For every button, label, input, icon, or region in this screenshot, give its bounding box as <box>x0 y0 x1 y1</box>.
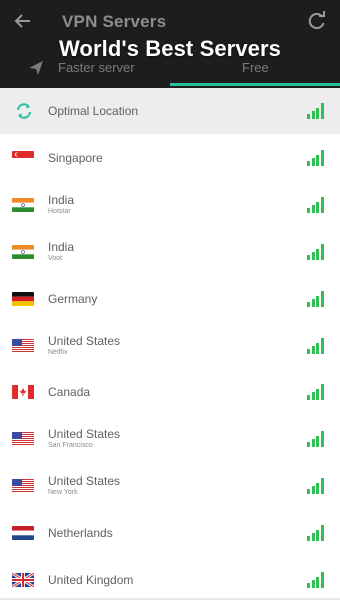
server-name: Netherlands <box>48 526 113 540</box>
usa-flag-icon <box>12 432 34 446</box>
server-name: United States <box>48 427 121 441</box>
netherlands-flag-icon <box>12 526 34 540</box>
signal-strength-icon <box>307 103 325 119</box>
server-row[interactable]: Optimal Location <box>0 88 340 134</box>
server-subtitle: Netflix <box>48 349 68 356</box>
usa-flag-icon <box>12 339 34 353</box>
server-name: Optimal Location <box>48 104 139 118</box>
send-icon <box>28 60 44 76</box>
server-row[interactable]: Germany <box>0 276 340 322</box>
singapore-flag-icon <box>12 151 34 165</box>
server-subtitle: San Francisco <box>48 442 93 449</box>
server-subtitle: New York <box>48 489 78 496</box>
signal-strength-icon <box>307 572 325 588</box>
server-row[interactable]: United States Netflix <box>0 323 340 369</box>
server-name: Canada <box>48 385 91 399</box>
refresh-icon[interactable] <box>306 10 328 32</box>
uk-flag-icon <box>12 573 34 587</box>
india-flag-icon <box>12 198 34 212</box>
tab-label: Faster server <box>58 60 135 75</box>
server-name: United States <box>48 334 121 348</box>
tab-label: Free <box>242 60 269 75</box>
server-row[interactable]: Singapore <box>0 135 340 181</box>
server-name: India <box>48 193 75 207</box>
signal-strength-icon <box>307 525 325 541</box>
tab-indicator <box>170 83 340 86</box>
server-subtitle: Voot <box>48 255 63 262</box>
india-flag-icon <box>12 245 34 259</box>
sync-icon <box>15 102 33 120</box>
server-row[interactable]: India Hotstar <box>0 182 340 228</box>
server-name: Germany <box>48 292 98 306</box>
tab-faster-server[interactable]: Faster server <box>0 58 170 88</box>
arrow-left-icon[interactable] <box>12 10 34 32</box>
signal-strength-icon <box>307 338 325 354</box>
server-row[interactable]: Netherlands <box>0 510 340 556</box>
canada-flag-icon <box>12 385 34 399</box>
server-name: India <box>48 240 75 254</box>
signal-strength-icon <box>307 384 325 400</box>
signal-strength-icon <box>307 431 325 447</box>
app-title: VPN Servers <box>62 12 167 31</box>
usa-flag-icon <box>12 479 34 493</box>
signal-strength-icon <box>307 197 325 213</box>
signal-strength-icon <box>307 291 325 307</box>
server-subtitle: Hotstar <box>48 208 71 215</box>
germany-flag-icon <box>12 292 34 306</box>
server-row[interactable]: India Voot <box>0 229 340 275</box>
signal-strength-icon <box>307 150 325 166</box>
server-row[interactable]: Canada <box>0 369 340 415</box>
server-row[interactable]: United States San Francisco <box>0 416 340 462</box>
server-name: United Kingdom <box>48 573 134 587</box>
server-name: United States <box>48 474 121 488</box>
divider <box>0 598 340 600</box>
server-row[interactable]: United States New York <box>0 463 340 509</box>
app-header: VPN Servers World's Best Servers Faster … <box>0 0 340 88</box>
server-name: Singapore <box>48 151 103 165</box>
signal-strength-icon <box>307 244 325 260</box>
signal-strength-icon <box>307 478 325 494</box>
server-row[interactable]: United Kingdom <box>0 557 340 603</box>
